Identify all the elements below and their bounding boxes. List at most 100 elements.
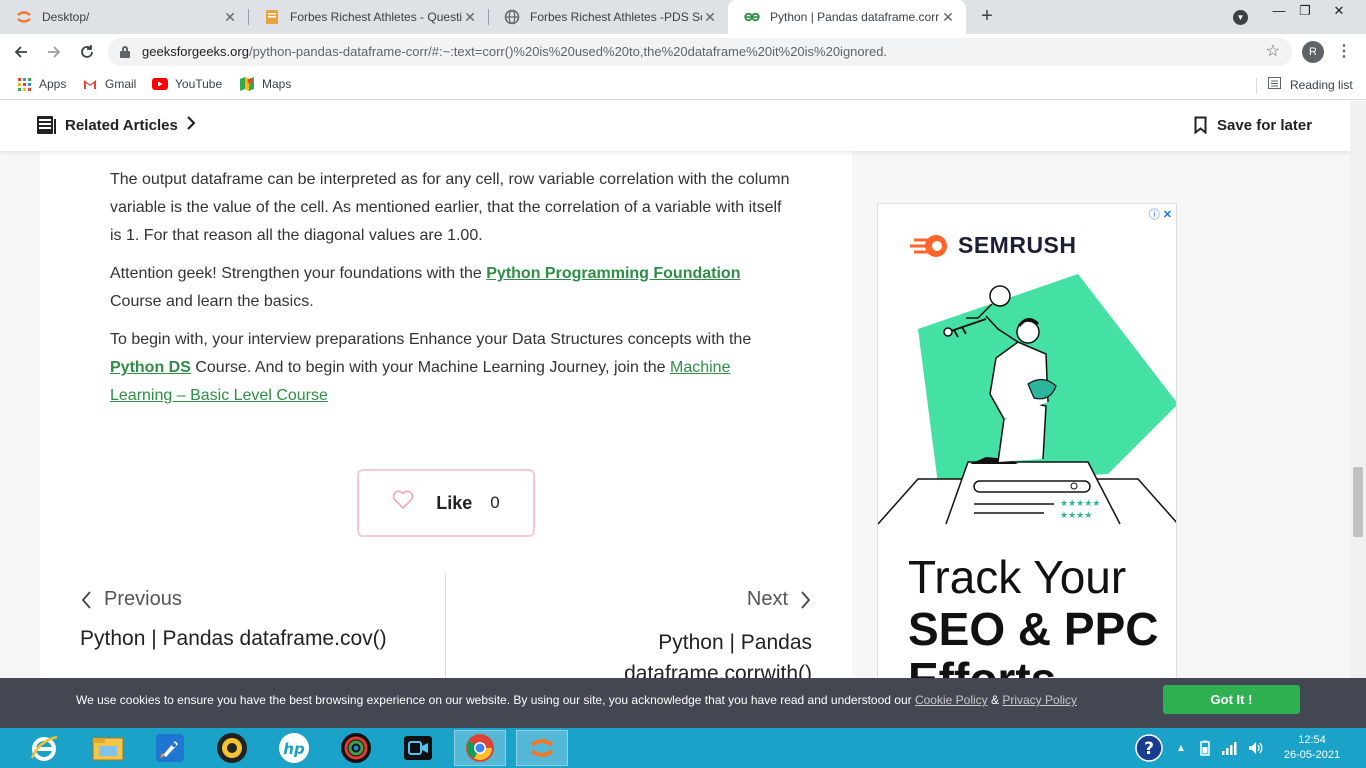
tab-search-icon[interactable]: ▼	[1233, 10, 1248, 25]
next-label: Next	[746, 588, 788, 610]
jupyter-taskbar-icon[interactable]	[516, 730, 568, 766]
volume-icon[interactable]	[1248, 741, 1264, 755]
network-signal-icon[interactable]	[1221, 741, 1238, 755]
semrush-logo: SEMRUSH	[908, 232, 1077, 259]
web-page: Related Articles Save for later The outp…	[0, 101, 1350, 728]
camera-app-icon[interactable]	[392, 730, 444, 766]
python-ds-link[interactable]: Python DS	[110, 359, 191, 376]
chevron-left-icon	[82, 590, 92, 609]
close-tab-icon[interactable]: ✕	[222, 9, 238, 26]
back-icon[interactable]	[9, 40, 33, 64]
globe-icon	[504, 9, 520, 25]
close-tab-icon[interactable]: ✕	[940, 9, 956, 26]
previous-article-title[interactable]: Python | Pandas dataframe.cov()	[80, 627, 387, 651]
forward-icon[interactable]	[42, 40, 66, 64]
tab-strip: Desktop/ ✕ Forbes Richest Athletes - Que…	[0, 0, 1366, 34]
url-text[interactable]: geeksforgeeks.org/python-pandas-datafram…	[142, 44, 887, 59]
python-foundation-link[interactable]: Python Programming Foundation	[486, 265, 740, 282]
previous-article-button[interactable]: Previous	[82, 588, 182, 611]
file-explorer-icon[interactable]	[82, 730, 134, 766]
cookie-policy-link[interactable]: Cookie Policy	[915, 693, 988, 707]
svg-text:?: ?	[1144, 739, 1154, 759]
like-button[interactable]: Like 0	[357, 469, 535, 537]
related-articles-label: Related Articles	[65, 116, 178, 134]
paragraph-text: Attention geek! Strengthen your foundati…	[110, 265, 487, 282]
tab-title: Desktop/	[42, 10, 90, 24]
bookmark-label: Apps	[39, 77, 67, 91]
tab-pandas-corr[interactable]: Python | Pandas dataframe.corr() ✕	[728, 0, 966, 34]
lock-icon[interactable]	[120, 46, 130, 58]
heart-icon	[392, 490, 414, 516]
tab-title: Forbes Richest Athletes - Questic	[290, 10, 462, 24]
show-hidden-icons[interactable]: ▲	[1176, 743, 1186, 754]
article-body: The output dataframe can be interpreted …	[40, 151, 852, 728]
battery-icon[interactable]	[1198, 740, 1212, 756]
semrush-ad[interactable]: ⓘ ✕ SEMRUSH ★★★★★ ★★★★ Track Your SEO & …	[877, 203, 1177, 728]
ad-headline-line: Track Your	[908, 551, 1127, 603]
windows-taskbar: hp ? ▲ 12:54 26-05-2021	[0, 728, 1366, 768]
bookmark-apps[interactable]: Apps	[16, 77, 66, 91]
chevron-right-icon	[800, 590, 810, 609]
hp-icon[interactable]: hp	[268, 730, 320, 766]
scrollbar-thumb[interactable]	[1353, 467, 1363, 537]
youtube-icon	[152, 77, 168, 91]
bookmark-maps[interactable]: Maps	[239, 77, 291, 91]
svg-text:★★★★: ★★★★	[1060, 511, 1092, 521]
color-app-icon[interactable]	[330, 730, 382, 766]
page-scrollbar[interactable]: ▼	[1350, 101, 1366, 728]
save-for-later-button[interactable]: Save for later	[1194, 116, 1312, 134]
reload-icon[interactable]	[75, 40, 99, 64]
media-player-icon[interactable]	[206, 730, 258, 766]
svg-text:★★★★★: ★★★★★	[1060, 499, 1100, 509]
paragraph-text: Course and learn the basics.	[110, 293, 314, 310]
bookmark-label: Gmail	[105, 77, 137, 91]
maximize-icon[interactable]: ❐	[1288, 0, 1322, 24]
related-articles-button[interactable]: Related Articles	[36, 115, 196, 135]
accept-cookies-button[interactable]: Got It !	[1163, 685, 1300, 714]
bookmark-separator	[1256, 78, 1257, 94]
apps-grid-icon	[16, 77, 32, 91]
chrome-taskbar-icon[interactable]	[454, 730, 506, 766]
reading-list-label: Reading list	[1290, 77, 1353, 92]
paragraph-text: Course. And to begin with your Machine L…	[190, 359, 670, 376]
like-label: Like	[436, 492, 473, 513]
close-tab-icon[interactable]: ✕	[702, 9, 718, 26]
cookie-text: &	[987, 693, 1003, 707]
ad-headline-line: SEO & PPC	[908, 603, 1159, 655]
prev-next-divider	[445, 573, 446, 683]
close-window-icon[interactable]: ✕	[1322, 0, 1356, 24]
article-paragraph: Attention geek! Strengthen your foundati…	[110, 260, 790, 316]
bookmark-star-icon[interactable]: ☆	[1266, 41, 1280, 61]
ad-brand-name: SEMRUSH	[958, 232, 1077, 258]
rocket-app-icon[interactable]	[144, 730, 196, 766]
bookmark-icon	[1194, 116, 1207, 134]
address-bar[interactable]: geeksforgeeks.org/python-pandas-datafram…	[108, 38, 1292, 66]
menu-icon[interactable]: ⋮	[1336, 40, 1352, 64]
new-tab-button[interactable]: +	[976, 5, 998, 27]
bookmark-gmail[interactable]: Gmail	[82, 77, 136, 91]
reading-list-button[interactable]: Reading list	[1268, 77, 1353, 92]
clock-date: 26-05-2021	[1283, 749, 1341, 761]
internet-explorer-icon[interactable]	[18, 730, 70, 766]
svg-text:hp: hp	[283, 740, 305, 758]
taskbar-clock[interactable]: 12:54 26-05-2021	[1272, 733, 1352, 763]
help-icon[interactable]: ?	[1124, 730, 1174, 766]
bookmark-youtube[interactable]: YouTube	[152, 77, 222, 91]
bookmark-label: Maps	[262, 77, 292, 91]
browser-toolbar: geeksforgeeks.org/python-pandas-datafram…	[0, 34, 1366, 70]
cookie-banner: We use cookies to ensure you have the be…	[0, 678, 1366, 728]
chevron-right-icon	[186, 116, 196, 134]
tab-forbes-questions[interactable]: Forbes Richest Athletes - Questic ✕	[248, 0, 488, 34]
tab-desktop[interactable]: Desktop/ ✕	[0, 0, 248, 34]
cookie-message: We use cookies to ensure you have the be…	[76, 693, 1077, 707]
close-tab-icon[interactable]: ✕	[462, 9, 478, 26]
privacy-policy-link[interactable]: Privacy Policy	[1002, 693, 1077, 707]
tab-title: Python | Pandas dataframe.corr()	[770, 10, 940, 24]
maps-icon	[239, 77, 255, 91]
paragraph-text: To begin with, your interview preparatio…	[110, 331, 752, 348]
tab-forbes-solution[interactable]: Forbes Richest Athletes -PDS Sol ✕	[488, 0, 728, 34]
gfg-logo-icon	[744, 9, 760, 25]
next-article-button[interactable]: Next	[747, 588, 810, 611]
ad-choices-icon[interactable]: ⓘ ✕	[1149, 206, 1172, 222]
profile-avatar[interactable]: R	[1302, 41, 1324, 63]
